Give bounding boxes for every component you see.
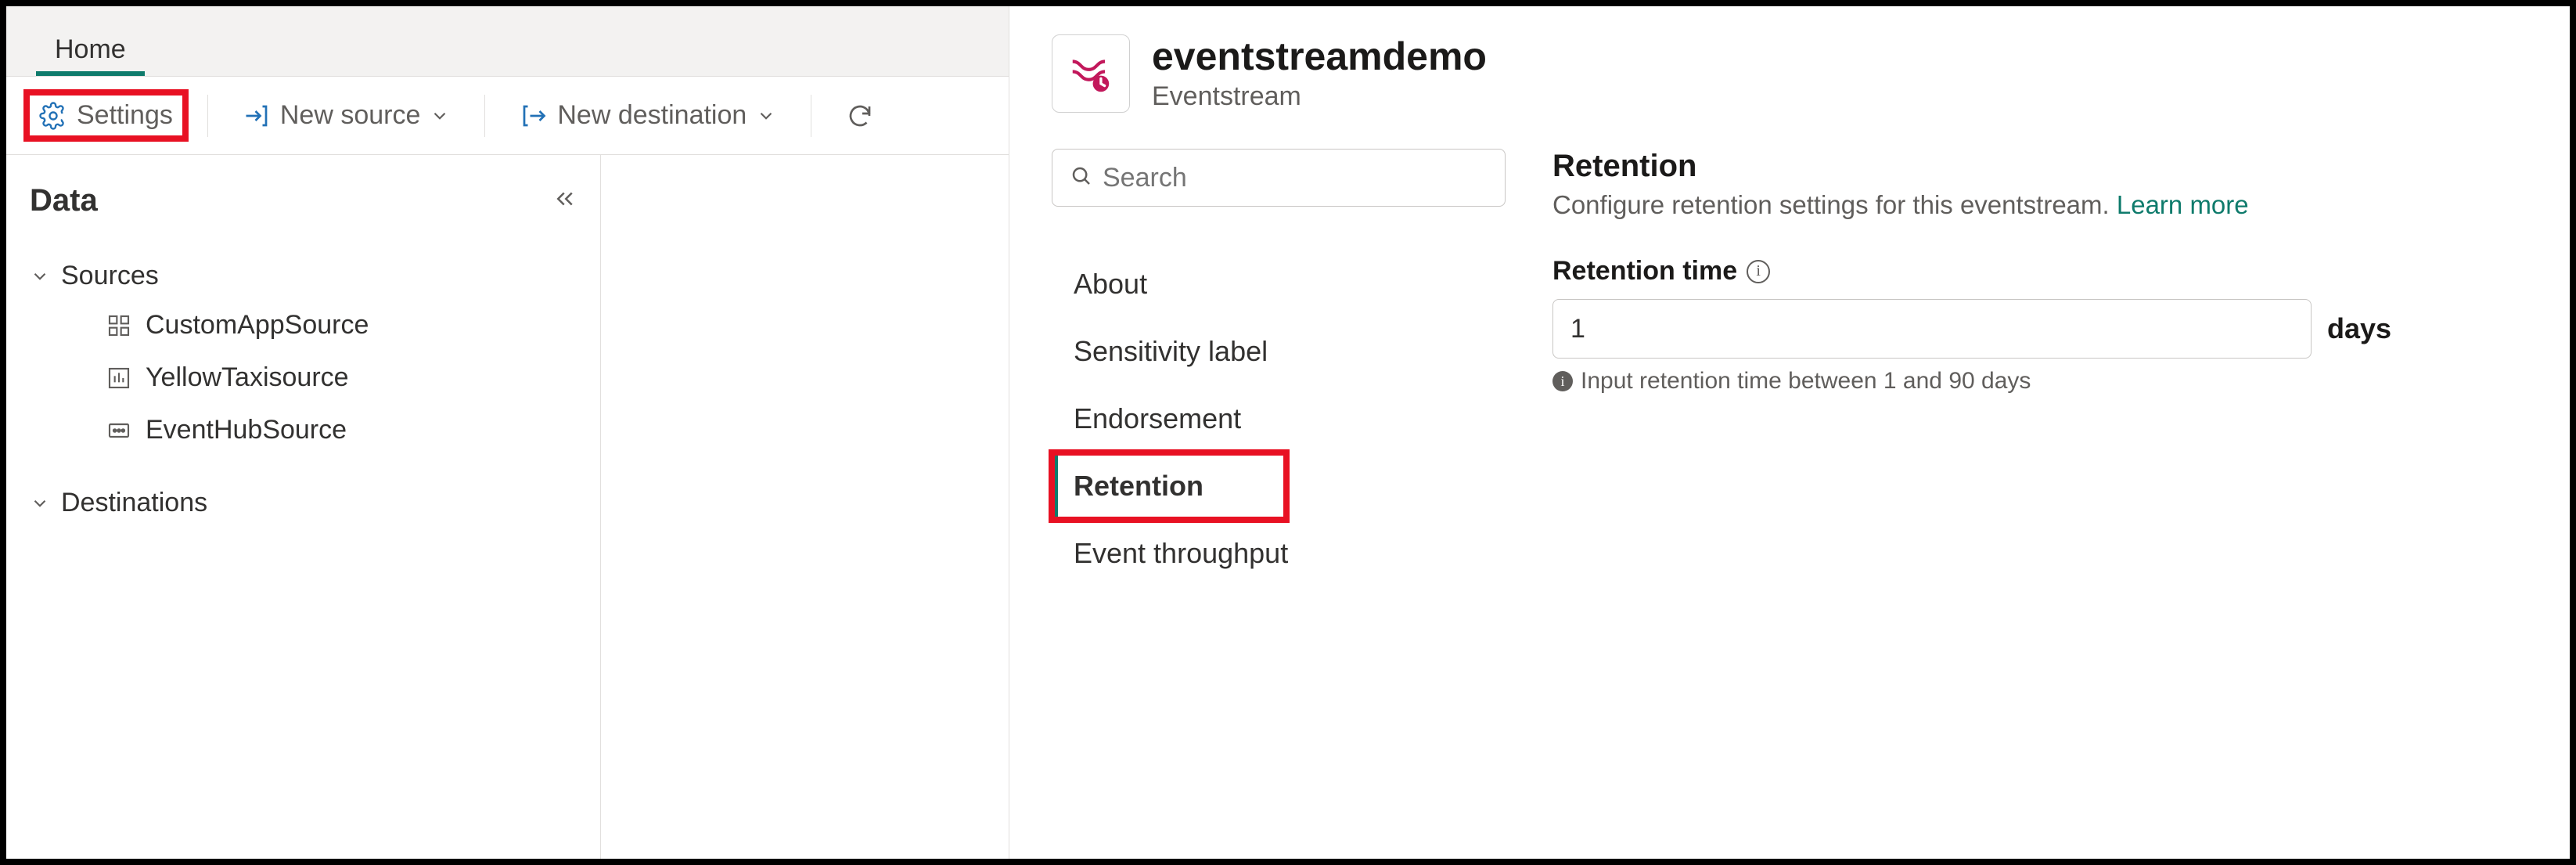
toolbar-separator xyxy=(207,95,208,137)
toolbar-separator xyxy=(484,95,485,137)
destinations-label: Destinations xyxy=(61,488,207,518)
info-icon[interactable]: i xyxy=(1747,260,1770,283)
retention-time-field-row: days xyxy=(1552,299,2527,359)
retention-time-hint: i Input retention time between 1 and 90 … xyxy=(1552,368,2527,395)
export-arrow-icon xyxy=(520,102,548,130)
bar-chart-icon xyxy=(106,366,131,391)
data-header: Data xyxy=(30,183,577,218)
chevron-down-icon xyxy=(30,493,50,514)
ribbon-tab-home[interactable]: Home xyxy=(36,25,145,76)
entity-title: eventstreamdemo xyxy=(1152,35,1487,78)
source-label: YellowTaxisource xyxy=(146,362,349,393)
learn-more-link[interactable]: Learn more xyxy=(2117,190,2249,219)
info-solid-icon: i xyxy=(1552,371,1573,391)
settings-header: eventstreamdemo Eventstream xyxy=(1052,34,2527,113)
sources-section-header[interactable]: Sources xyxy=(30,253,577,299)
import-arrow-icon xyxy=(243,102,271,130)
sources-label: Sources xyxy=(61,261,159,291)
content-row: Data Sources xyxy=(6,155,1009,859)
nav-item-about[interactable]: About xyxy=(1052,250,1506,318)
refresh-icon xyxy=(846,102,874,130)
ribbon-tabs: Home xyxy=(6,6,1009,77)
settings-body: About Sensitivity label Endorsement Rete… xyxy=(1052,149,2527,843)
new-source-button[interactable]: New source xyxy=(230,92,463,139)
source-item-eventhubsource[interactable]: EventHubSource xyxy=(30,404,577,456)
settings-button-label: Settings xyxy=(77,100,173,131)
retention-time-label: Retention time i xyxy=(1552,256,2527,287)
new-source-label: New source xyxy=(280,100,421,131)
chevron-down-icon xyxy=(756,106,776,126)
settings-nav: About Sensitivity label Endorsement Rete… xyxy=(1052,149,1506,843)
entity-type-label: Eventstream xyxy=(1152,81,1487,112)
left-pane: Home Settings New source xyxy=(6,6,1009,859)
source-item-yellowtaxisource[interactable]: YellowTaxisource xyxy=(30,351,577,404)
retention-section-title: Retention xyxy=(1552,149,2527,184)
eventstream-icon xyxy=(1052,34,1130,113)
source-item-customappsource[interactable]: CustomAppSource xyxy=(30,299,577,351)
data-panel-title: Data xyxy=(30,183,98,218)
retention-time-label-text: Retention time xyxy=(1552,256,1737,287)
canvas-area xyxy=(601,155,1009,859)
gear-icon xyxy=(39,102,67,130)
event-hub-icon xyxy=(106,418,131,443)
nav-item-endorsement[interactable]: Endorsement xyxy=(1052,385,1506,452)
retention-desc-text: Configure retention settings for this ev… xyxy=(1552,190,2110,219)
new-destination-button[interactable]: New destination xyxy=(507,92,789,139)
nav-item-sensitivity-label[interactable]: Sensitivity label xyxy=(1052,318,1506,385)
chevron-down-icon xyxy=(30,266,50,287)
source-label: CustomAppSource xyxy=(146,310,369,341)
nav-item-event-throughput[interactable]: Event throughput xyxy=(1052,520,1506,587)
retention-time-input[interactable] xyxy=(1552,299,2312,359)
search-icon xyxy=(1070,164,1093,192)
nav-item-retention[interactable]: Retention xyxy=(1052,452,1286,520)
toolbar: Settings New source xyxy=(6,77,1009,155)
new-destination-label: New destination xyxy=(557,100,747,131)
collapse-panel-icon[interactable] xyxy=(553,187,577,214)
source-label: EventHubSource xyxy=(146,415,347,445)
retention-time-unit: days xyxy=(2327,312,2391,345)
settings-button[interactable]: Settings xyxy=(27,92,185,139)
retention-section-desc: Configure retention settings for this ev… xyxy=(1552,190,2527,220)
settings-pane: eventstreamdemo Eventstream About Sensit… xyxy=(1009,6,2570,859)
data-panel: Data Sources xyxy=(6,155,601,859)
destinations-section-header[interactable]: Destinations xyxy=(30,480,577,526)
chevron-down-icon xyxy=(430,106,450,126)
settings-content: Retention Configure retention settings f… xyxy=(1552,149,2527,843)
search-input[interactable] xyxy=(1103,163,1488,193)
refresh-button[interactable] xyxy=(833,94,874,138)
settings-search[interactable] xyxy=(1052,149,1506,207)
app-grid-icon xyxy=(106,313,131,338)
retention-time-hint-text: Input retention time between 1 and 90 da… xyxy=(1581,368,2031,395)
